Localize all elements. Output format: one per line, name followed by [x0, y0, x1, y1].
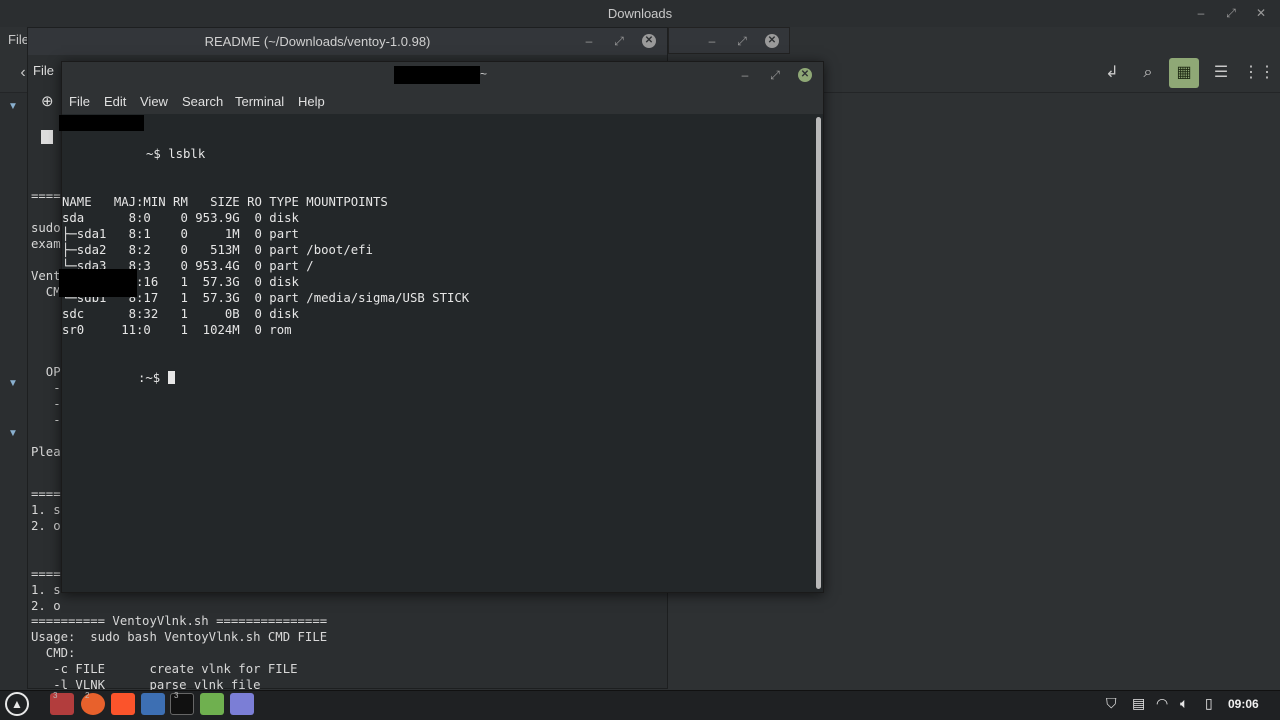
system-app-icon[interactable]: [200, 693, 224, 715]
editor-line: CMD:: [31, 646, 76, 660]
list-view-icon[interactable]: ☰: [1206, 58, 1236, 88]
menu-icon[interactable]: ▲: [5, 692, 29, 716]
terminal-close-button[interactable]: ✕: [798, 68, 812, 82]
editor-title: README (~/Downloads/ventoy-1.0.98): [28, 28, 667, 55]
win3-maximize-button[interactable]: ⤢: [735, 34, 749, 48]
new-document-icon[interactable]: ⊕: [41, 92, 54, 110]
files-sidebar: ▼ ▼ ▼: [0, 93, 28, 690]
editor-text-middle[interactable]: ==== 1. s 2. o ==== 1. s 2. o: [31, 486, 61, 614]
redacted-username: [59, 115, 144, 131]
redacted-title: [394, 66, 480, 84]
terminal-minimize-button[interactable]: –: [738, 68, 752, 82]
search-icon[interactable]: ⌕: [1133, 58, 1163, 88]
editor-text-bottom[interactable]: ========== VentoyVlnk.sh ===============…: [31, 613, 667, 693]
wifi-icon[interactable]: ◠: [1156, 695, 1168, 712]
sidebar-expander-icon[interactable]: ▼: [8, 101, 18, 112]
editor-menu-file[interactable]: File: [33, 63, 54, 78]
editor-line: ====: [31, 487, 61, 501]
output-line: sdc 8:32 1 0B 0 disk: [62, 307, 299, 321]
editor-line: ====: [31, 567, 61, 581]
editor-maximize-button[interactable]: ⤢: [612, 34, 626, 48]
terminal-scrollbar[interactable]: [816, 117, 821, 589]
notes-icon[interactable]: ▤: [1132, 695, 1145, 712]
output-line: NAME MAJ:MIN RM SIZE RO TYPE MOUNTPOINTS: [62, 195, 388, 209]
mail-icon[interactable]: [141, 693, 165, 715]
output-line: ├─sda2 8:2 0 513M 0 part /boot/efi: [62, 243, 373, 257]
files-close-button[interactable]: ✕: [1254, 6, 1268, 20]
win3-close-button[interactable]: ✕: [765, 34, 779, 48]
output-line: └─sdb1 8:17 1 57.3G 0 part /media/sigma/…: [62, 291, 470, 305]
terminal-output[interactable]: ~$ lsblk NAME MAJ:MIN RM SIZE RO TYPE MO…: [62, 114, 812, 418]
menu-file[interactable]: File: [69, 94, 90, 109]
menu-terminal[interactable]: Terminal: [235, 94, 284, 109]
editor-line: Usage: sudo bash VentoyVlnk.sh CMD FILE: [31, 630, 328, 644]
battery-icon[interactable]: ▯: [1205, 695, 1213, 712]
editor-line: 1. s: [31, 503, 61, 517]
redacted-username: [59, 269, 137, 297]
prompt-line: ~$ lsblk: [62, 146, 812, 162]
brave-icon[interactable]: [111, 693, 135, 715]
terminal-menubar: [62, 88, 823, 114]
output-line: sdb 8:16 1 57.3G 0 disk: [62, 275, 299, 289]
clock[interactable]: 09:06: [1228, 697, 1259, 711]
files-minimize-button[interactable]: –: [1194, 6, 1208, 20]
files-window-count: 3: [53, 691, 58, 700]
grid-view-icon[interactable]: ▦: [1169, 58, 1199, 88]
output-line: ├─sda1 8:1 0 1M 0 part: [62, 227, 299, 241]
output-line: └─sda3 8:3 0 953.4G 0 part /: [62, 259, 314, 273]
terminal-window: ~ – ⤢ ✕ File Edit View Search Terminal H…: [59, 61, 824, 593]
terminal-title-suffix: ~: [480, 67, 488, 81]
firefox-window-count: 2: [85, 691, 90, 700]
files-maximize-button[interactable]: ⤢: [1224, 6, 1238, 20]
background-window[interactable]: – ⤢ ✕: [668, 27, 790, 54]
output-line: sda 8:0 0 953.9G 0 disk: [62, 211, 299, 225]
lsblk-output: NAME MAJ:MIN RM SIZE RO TYPE MOUNTPOINTS…: [62, 194, 812, 338]
win3-minimize-button[interactable]: –: [705, 34, 719, 48]
editor-line: ========== VentoyVlnk.sh ===============: [31, 614, 328, 628]
volume-icon[interactable]: 🔈︎: [1180, 695, 1188, 712]
editor-minimize-button[interactable]: –: [582, 34, 596, 48]
open-location-icon[interactable]: ↲: [1097, 58, 1127, 88]
editor-line: 2. o: [31, 519, 61, 533]
text-editor-icon[interactable]: [230, 693, 254, 715]
menu-search[interactable]: Search: [182, 94, 223, 109]
menu-help[interactable]: Help: [298, 94, 325, 109]
editor-close-button[interactable]: ✕: [642, 34, 656, 48]
menu-edit[interactable]: Edit: [104, 94, 126, 109]
files-menu-file[interactable]: File: [0, 27, 30, 53]
editor-line: 2. o: [31, 599, 61, 613]
sidebar-expander-icon[interactable]: ▼: [8, 428, 18, 439]
prompt-line-2: :~$: [62, 370, 812, 386]
files-window-title: Downloads: [0, 0, 1280, 27]
sidebar-expander-icon[interactable]: ▼: [8, 378, 18, 389]
file-icon: [41, 130, 53, 144]
editor-line: -c FILE create vlnk for FILE: [31, 662, 298, 676]
command-text: lsblk: [168, 147, 206, 161]
menu-view[interactable]: View: [140, 94, 168, 109]
output-line: sr0 11:0 1 1024M 0 rom: [62, 323, 292, 337]
prompt-suffix-2: :~$: [138, 371, 168, 385]
cursor: [167, 371, 175, 384]
terminal-maximize-button[interactable]: ⤢: [768, 68, 782, 82]
terminal-window-count: 3: [174, 691, 179, 700]
prompt-suffix: ~$: [146, 147, 169, 161]
compact-view-icon[interactable]: ⋮⋮: [1243, 58, 1275, 88]
editor-line: 1. s: [31, 583, 61, 597]
shield-icon[interactable]: ⛉: [1106, 695, 1117, 712]
